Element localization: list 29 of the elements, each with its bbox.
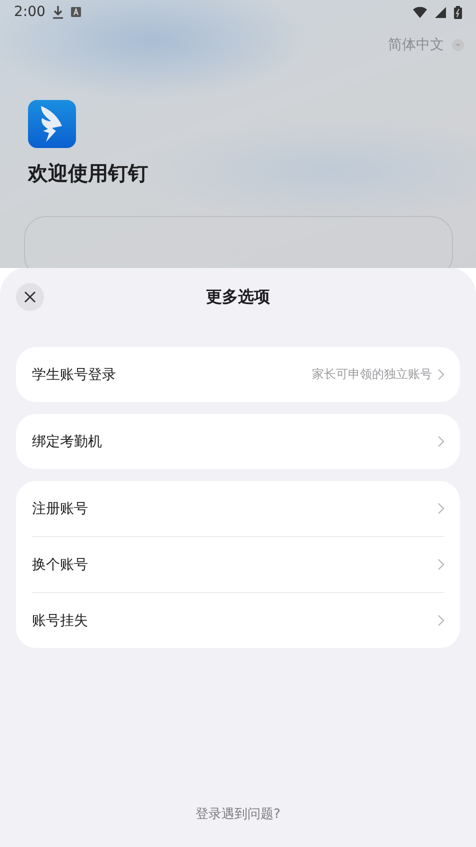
wifi-icon <box>413 6 427 18</box>
app-logo-icon <box>28 100 76 148</box>
signal-icon <box>435 6 446 18</box>
status-time: 2:00 <box>14 4 46 20</box>
chevron-right-icon <box>438 503 444 514</box>
dropdown-icon <box>452 39 464 51</box>
login-help-link[interactable]: 登录遇到问题? <box>196 805 280 823</box>
option-label: 学生账号登录 <box>32 366 116 384</box>
option-item[interactable]: 绑定考勤机 <box>32 414 444 469</box>
battery-icon <box>454 6 462 18</box>
chevron-right-icon <box>438 369 444 380</box>
option-hint: 家长可申领的独立账号 <box>312 366 432 383</box>
option-label: 绑定考勤机 <box>32 432 102 450</box>
close-icon <box>24 291 36 303</box>
option-label: 换个账号 <box>32 556 88 574</box>
chevron-right-icon <box>438 559 444 570</box>
option-label: 账号挂失 <box>32 612 88 630</box>
option-item[interactable]: 注册账号 <box>32 481 444 536</box>
keyboard-app-icon <box>71 7 82 17</box>
chevron-right-icon <box>438 615 444 626</box>
close-button[interactable] <box>16 283 44 311</box>
option-item[interactable]: 学生账号登录 家长可申领的独立账号 <box>32 347 444 402</box>
welcome-title: 欢迎使用钉钉 <box>28 160 149 186</box>
option-item[interactable]: 账号挂失 <box>32 593 444 648</box>
option-item[interactable]: 换个账号 <box>32 537 444 592</box>
option-label: 注册账号 <box>32 500 88 518</box>
chevron-right-icon <box>438 436 444 447</box>
download-icon <box>53 6 64 18</box>
sheet-title: 更多选项 <box>206 286 270 308</box>
